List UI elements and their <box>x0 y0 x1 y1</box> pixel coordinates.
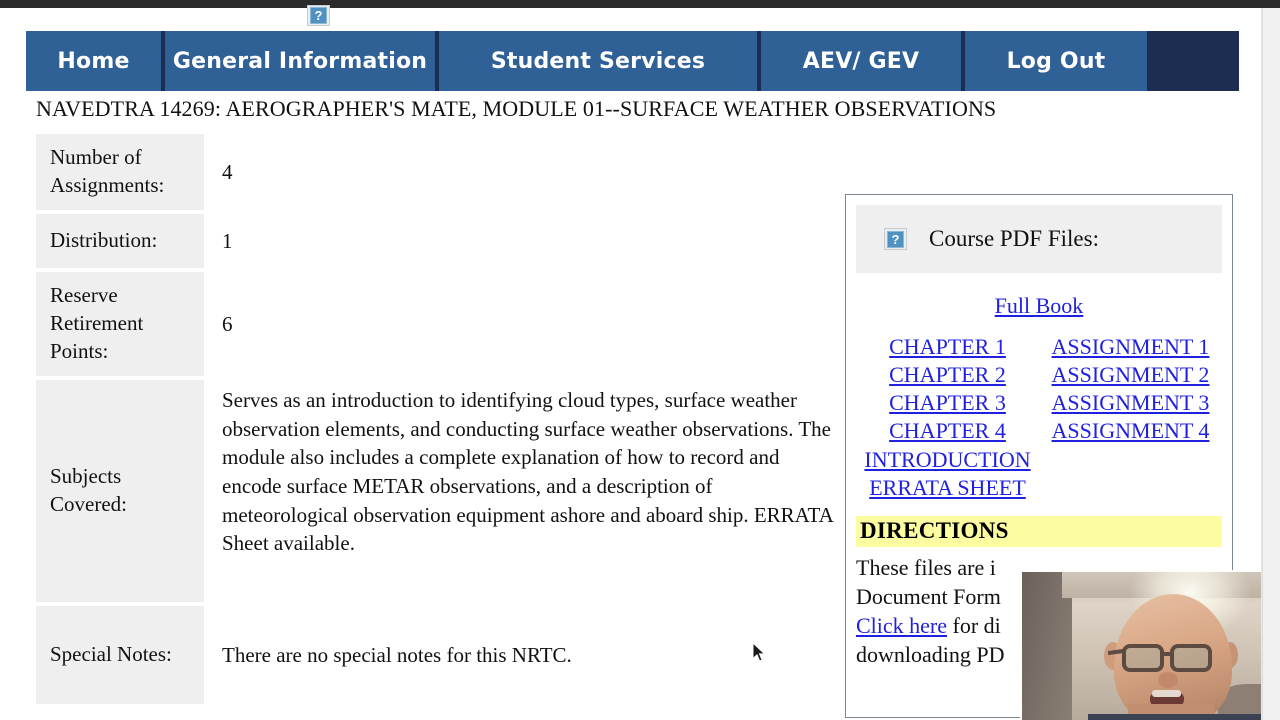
list-item: CHAPTER 1 <box>856 333 1039 361</box>
detail-value-number-of-assignments: 4 <box>222 159 233 184</box>
broken-image-icon <box>307 5 330 26</box>
table-row: Subjects Covered: Serves as an introduct… <box>36 380 836 602</box>
list-item: CHAPTER 3 <box>856 389 1039 417</box>
list-item: INTRODUCTION <box>856 446 1039 474</box>
nav-item-aev-gev-label: AEV/ GEV <box>802 48 920 74</box>
link-assignment-2[interactable]: ASSIGNMENT 2 <box>1052 362 1210 387</box>
page-title: NAVEDTRA 14269: AEROGRAPHER'S MATE, MODU… <box>36 96 997 121</box>
broken-image-glyph <box>887 230 904 248</box>
detail-label-subjects-covered: Subjects Covered: <box>36 380 204 602</box>
subjects-covered-text: Serves as an introduction to identifying… <box>222 388 833 556</box>
pdf-panel-title: Course PDF Files: <box>929 226 1099 251</box>
detail-value-special-notes: There are no special notes for this NRTC… <box>222 642 572 667</box>
pdf-panel-header: Course PDF Files: <box>856 205 1222 273</box>
link-chapter-1[interactable]: CHAPTER 1 <box>889 334 1006 359</box>
browser-viewport: Home General Information Student Service… <box>0 0 1280 720</box>
detail-label-special-notes: Special Notes: <box>36 606 204 704</box>
detail-label-reserve-retirement-points: Reserve Retirement Points: <box>36 272 204 376</box>
list-item: ASSIGNMENT 3 <box>1039 389 1222 417</box>
pdf-link-columns: CHAPTER 1 CHAPTER 2 CHAPTER 3 CHAPTER 4 … <box>856 333 1222 502</box>
nav-item-log-out-label: Log Out <box>1006 48 1106 74</box>
broken-image-glyph <box>310 7 327 24</box>
link-full-book[interactable]: Full Book <box>995 293 1084 318</box>
webcam-person-eyeglass-bridge <box>1163 652 1173 656</box>
webcam-person-eyeglass-right <box>1170 644 1212 672</box>
detail-value-subjects-covered: Serves as an introduction to identifying… <box>204 380 836 602</box>
nav-item-student-services-label: Student Services <box>490 48 706 74</box>
nav-item-home[interactable]: Home <box>26 31 161 91</box>
webcam-video-overlay[interactable] <box>1020 570 1280 720</box>
link-click-here[interactable]: Click here <box>856 613 947 638</box>
nav-item-general-information[interactable]: General Information <box>165 31 435 91</box>
webcam-person-eyeglass-left <box>1122 644 1164 672</box>
nav-item-student-services[interactable]: Student Services <box>439 31 757 91</box>
main-navigation: Home General Information Student Service… <box>26 31 1239 91</box>
table-row: Special Notes: There are no special note… <box>36 606 836 704</box>
chapter-links-column: CHAPTER 1 CHAPTER 2 CHAPTER 3 CHAPTER 4 … <box>856 333 1039 502</box>
detail-value-reserve-retirement-points: 6 <box>222 311 233 336</box>
detail-label-number-of-assignments: Number of Assignments: <box>36 134 204 210</box>
link-introduction[interactable]: INTRODUCTION <box>864 447 1030 472</box>
list-item: ASSIGNMENT 2 <box>1039 361 1222 389</box>
nav-item-home-label: Home <box>57 48 130 74</box>
course-details-table: Number of Assignments: 4 Distribution: 1… <box>36 134 836 708</box>
webcam-person-nose <box>1158 672 1178 688</box>
detail-value-distribution: 1 <box>222 228 233 253</box>
list-item: ERRATA SHEET <box>856 474 1039 502</box>
directions-heading: DIRECTIONS <box>860 517 1009 543</box>
link-chapter-4[interactable]: CHAPTER 4 <box>889 418 1006 443</box>
webcam-person-shirt <box>1088 714 1268 720</box>
link-chapter-3[interactable]: CHAPTER 3 <box>889 390 1006 415</box>
nav-item-aev-gev[interactable]: AEV/ GEV <box>761 31 961 91</box>
directions-line-3-tail: for di <box>947 613 1001 638</box>
assignment-links-column: ASSIGNMENT 1 ASSIGNMENT 2 ASSIGNMENT 3 A… <box>1039 333 1222 502</box>
table-row: Reserve Retirement Points: 6 <box>36 272 836 376</box>
full-book-link-wrap: Full Book <box>856 293 1222 319</box>
list-item: CHAPTER 2 <box>856 361 1039 389</box>
link-assignment-3[interactable]: ASSIGNMENT 3 <box>1052 390 1210 415</box>
list-item: ASSIGNMENT 4 <box>1039 417 1222 445</box>
link-errata-sheet[interactable]: ERRATA SHEET <box>869 475 1026 500</box>
detail-label-distribution: Distribution: <box>36 214 204 268</box>
directions-highlight-band: DIRECTIONS <box>856 515 1222 547</box>
link-assignment-1[interactable]: ASSIGNMENT 1 <box>1052 334 1210 359</box>
browser-chrome-strip <box>0 0 1280 8</box>
link-chapter-2[interactable]: CHAPTER 2 <box>889 362 1006 387</box>
list-item: CHAPTER 4 <box>856 417 1039 445</box>
broken-image-icon <box>884 228 907 250</box>
table-row: Distribution: 1 <box>36 214 836 268</box>
table-row: Number of Assignments: 4 <box>36 134 836 210</box>
vertical-scrollbar[interactable] <box>1262 8 1280 720</box>
link-assignment-4[interactable]: ASSIGNMENT 4 <box>1052 418 1210 443</box>
list-item: ASSIGNMENT 1 <box>1039 333 1222 361</box>
nav-item-log-out[interactable]: Log Out <box>965 31 1147 91</box>
webcam-person-teeth <box>1152 690 1181 697</box>
nav-item-general-information-label: General Information <box>172 48 428 74</box>
